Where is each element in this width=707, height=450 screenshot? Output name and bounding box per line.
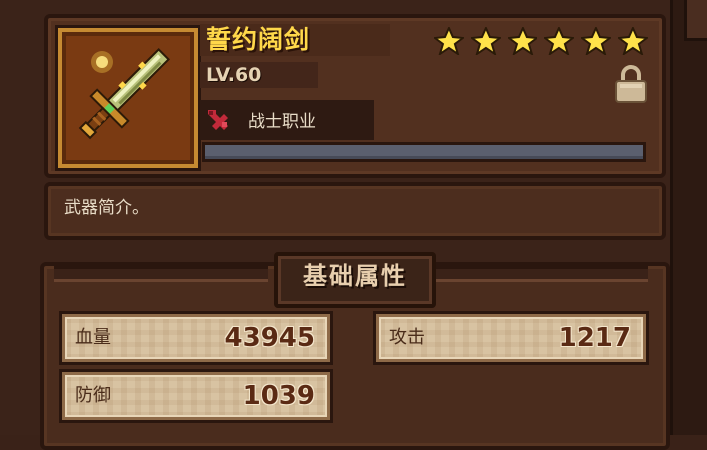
side-tab[interactable] <box>684 0 707 41</box>
star-rating <box>434 27 648 55</box>
stat-hp: 血量 43945 <box>62 314 330 362</box>
star-icon <box>618 27 648 55</box>
stat-value: 1039 <box>242 381 315 411</box>
stat-label: 攻击 <box>389 327 425 348</box>
stat-attack: 攻击 1217 <box>376 314 646 362</box>
stat-label: 血量 <box>75 327 111 348</box>
progress-bar <box>202 142 646 162</box>
star-icon <box>434 27 464 55</box>
stat-value: 43945 <box>224 323 315 353</box>
item-icon-frame[interactable] <box>58 28 198 168</box>
stat-label: 防御 <box>75 385 111 406</box>
sword-icon <box>78 48 170 140</box>
star-icon <box>470 27 501 55</box>
star-icon <box>544 27 575 55</box>
weapon-level: LV.60 <box>206 64 262 86</box>
section-title: 基础属性 <box>303 262 407 290</box>
star-icon <box>507 27 538 55</box>
side-strip <box>670 0 707 435</box>
weapon-description: 武器简介。 <box>64 198 149 218</box>
lock-icon[interactable] <box>612 64 650 104</box>
stat-value: 1217 <box>558 323 631 353</box>
weapon-name: 誓约阔剑 <box>206 25 311 54</box>
divider-right <box>434 266 648 282</box>
warrior-class-icon <box>208 110 228 130</box>
star-icon <box>581 27 612 55</box>
divider-left <box>54 266 268 282</box>
stat-defense: 防御 1039 <box>62 372 330 420</box>
class-label: 战士职业 <box>248 112 316 132</box>
